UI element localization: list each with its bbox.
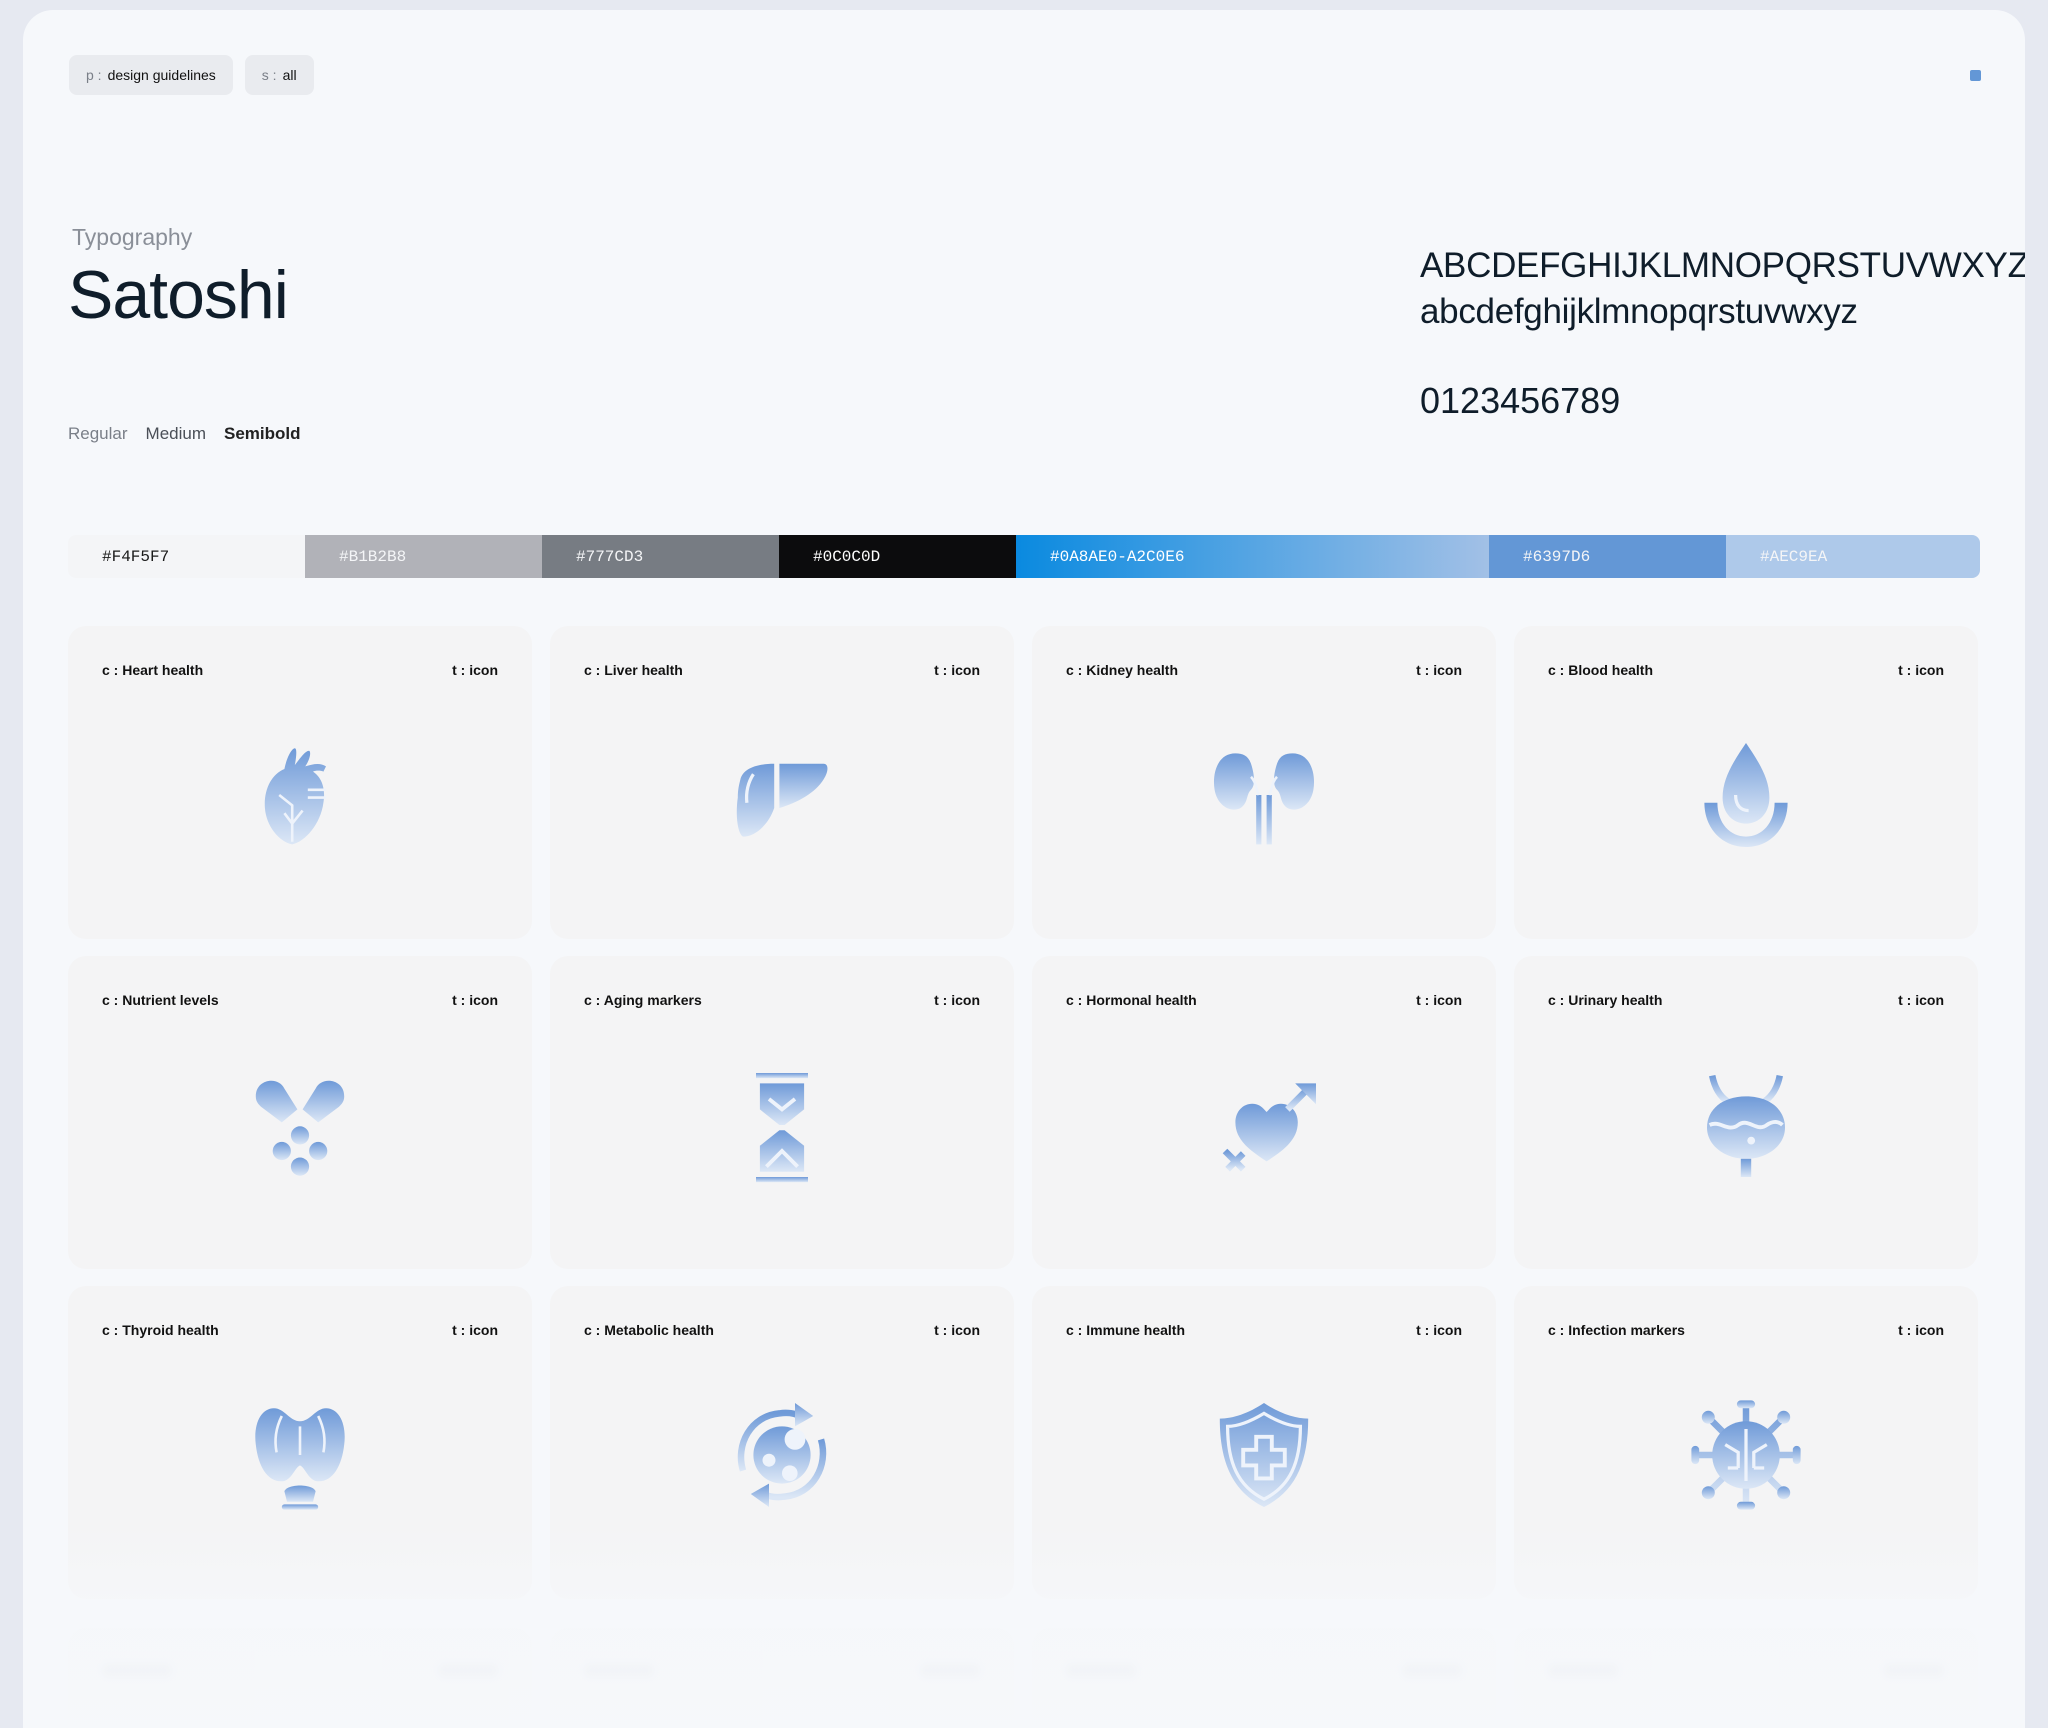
icon-grid: c : Heart health t : icon c : Liver heal… bbox=[68, 626, 1978, 1599]
bladder-icon bbox=[1707, 1074, 1785, 1178]
swatch-7-label: #AEC9EA bbox=[1760, 547, 1828, 566]
icon-card[interactable]: c : Urinary health t : icon bbox=[1514, 956, 1978, 1269]
chip-page[interactable]: p : design guidelines bbox=[69, 55, 233, 95]
swatch-6: #6397D6 bbox=[1489, 535, 1726, 578]
swatch-1: #F4F5F7 bbox=[68, 535, 305, 578]
swatch-2-label: #B1B2B8 bbox=[339, 547, 407, 566]
lowercase-sample: abcdefghijklmnopqrstuvwxyz bbox=[1420, 292, 1858, 331]
card-type: t : icon bbox=[1416, 992, 1462, 1008]
swatch-4-label: #0C0C0D bbox=[813, 547, 881, 566]
blood-drop-icon bbox=[1704, 743, 1788, 848]
chip-page-value: design guidelines bbox=[107, 67, 216, 83]
gender-heart-icon bbox=[1222, 1083, 1316, 1172]
card-category: c : Infection markers bbox=[1548, 1322, 1685, 1338]
icon-card[interactable]: c : Kidney health t : icon bbox=[1032, 626, 1496, 939]
swatch-3-label: #777CD3 bbox=[576, 547, 644, 566]
bottom-fade bbox=[23, 1525, 2025, 1728]
card-type: t : icon bbox=[1898, 1322, 1944, 1338]
design-guidelines-page: p : design guidelines s : all Typography… bbox=[23, 10, 2025, 1728]
card-category: c : Liver health bbox=[584, 662, 683, 678]
swatch-1-label: #F4F5F7 bbox=[102, 547, 170, 566]
filter-chips: p : design guidelines s : all bbox=[69, 55, 314, 95]
swatch-2: #B1B2B8 bbox=[305, 535, 542, 578]
icon-card[interactable]: c : Hormonal health t : icon bbox=[1032, 956, 1496, 1269]
card-category: c : Immune health bbox=[1066, 1322, 1186, 1338]
card-type: t : icon bbox=[934, 992, 980, 1008]
card-category: c : Thyroid health bbox=[102, 1322, 219, 1338]
weight-semibold: Semibold bbox=[224, 424, 301, 443]
metabolism-icon bbox=[737, 1403, 827, 1508]
card-type: t : icon bbox=[934, 1322, 980, 1338]
chip-section-key: s : bbox=[261, 67, 277, 83]
card-type: t : icon bbox=[452, 662, 498, 678]
swatch-7: #AEC9EA bbox=[1726, 535, 1980, 578]
card-category: c : Urinary health bbox=[1548, 992, 1663, 1008]
color-palette: #F4F5F7 #B1B2B8 #777CD3 #0C0C0D #0A8AE0-… bbox=[68, 535, 1980, 578]
font-weights: Regular Medium Semibold bbox=[68, 424, 301, 444]
swatch-4: #0C0C0D bbox=[779, 535, 1016, 578]
kidney-icon bbox=[1213, 753, 1315, 845]
icon-card[interactable]: c : Liver health t : icon bbox=[550, 626, 1014, 939]
section-label: Typography bbox=[72, 224, 193, 250]
icon-card[interactable]: c : Blood health t : icon bbox=[1514, 626, 1978, 939]
card-type: t : icon bbox=[1898, 992, 1944, 1008]
card-type: t : icon bbox=[452, 992, 498, 1008]
uppercase-sample: ABCDEFGHIJKLMNOPQRSTUVWXYZ bbox=[1420, 246, 2025, 285]
liver-icon bbox=[736, 763, 828, 837]
card-category: c : Heart health bbox=[102, 662, 204, 678]
card-category: c : Metabolic health bbox=[584, 1322, 714, 1338]
thyroid-icon bbox=[255, 1408, 345, 1510]
status-dot bbox=[1970, 70, 1981, 81]
heart-organ-icon bbox=[264, 748, 326, 845]
weight-medium: Medium bbox=[145, 424, 207, 443]
icon-card[interactable]: c : Aging markers t : icon bbox=[550, 956, 1014, 1269]
icon-card[interactable]: c : Nutrient levels t : icon bbox=[68, 956, 532, 1269]
chip-page-key: p : bbox=[86, 67, 102, 83]
digits-sample: 0123456789 bbox=[1420, 380, 1621, 421]
hourglass-icon bbox=[756, 1073, 808, 1183]
chip-section-value: all bbox=[282, 67, 297, 83]
swatch-6-label: #6397D6 bbox=[1523, 547, 1591, 566]
alphabet-sample: ABCDEFGHIJKLMNOPQRSTUVWXYZ abcdefghijklm… bbox=[1420, 243, 2025, 335]
card-type: t : icon bbox=[1898, 662, 1944, 678]
virus-icon bbox=[1691, 1400, 1801, 1510]
card-category: c : Aging markers bbox=[584, 992, 702, 1008]
card-category: c : Hormonal health bbox=[1066, 992, 1197, 1008]
swatch-5-label: #0A8AE0-A2C0E6 bbox=[1050, 547, 1185, 566]
swatch-5: #0A8AE0-A2C0E6 bbox=[1016, 535, 1489, 578]
card-category: c : Blood health bbox=[1548, 662, 1653, 678]
icon-card[interactable]: c : Heart health t : icon bbox=[68, 626, 532, 939]
card-type: t : icon bbox=[1416, 1322, 1462, 1338]
shield-cross-icon bbox=[1219, 1403, 1309, 1508]
card-type: t : icon bbox=[1416, 662, 1462, 678]
font-name: Satoshi bbox=[68, 257, 289, 333]
card-category: c : Nutrient levels bbox=[102, 992, 219, 1008]
chip-section[interactable]: s : all bbox=[244, 55, 314, 95]
card-type: t : icon bbox=[452, 1322, 498, 1338]
capsule-icon bbox=[255, 1080, 345, 1176]
swatch-3: #777CD3 bbox=[542, 535, 779, 578]
card-category: c : Kidney health bbox=[1066, 662, 1179, 678]
weight-regular: Regular bbox=[68, 424, 128, 443]
card-type: t : icon bbox=[934, 662, 980, 678]
